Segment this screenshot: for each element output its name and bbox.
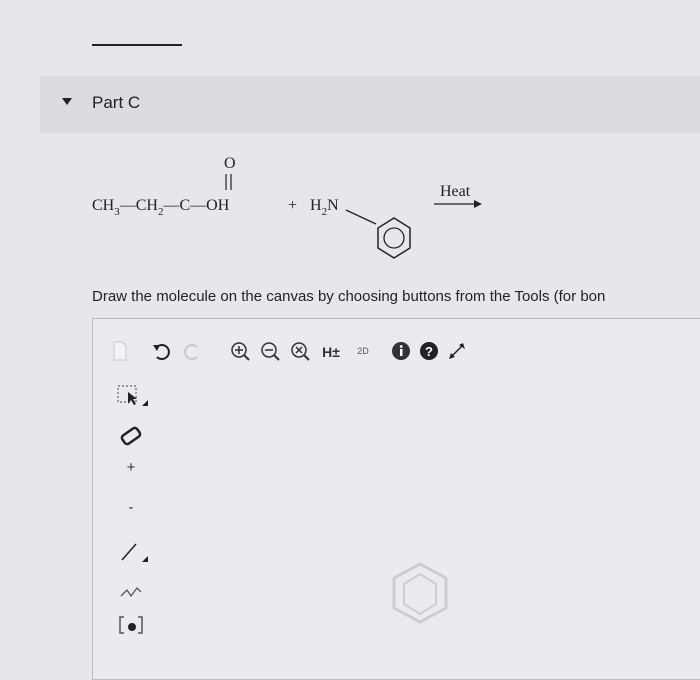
info-icon[interactable]	[390, 340, 412, 362]
instruction-text: Draw the molecule on the canvas by choos…	[92, 288, 606, 305]
zoom-out-icon[interactable]	[258, 340, 282, 362]
negative-charge-icon[interactable]: -	[116, 496, 146, 518]
benzene-ring	[377, 217, 411, 259]
new-document-icon[interactable]	[110, 340, 130, 362]
undo-icon[interactable]	[150, 340, 174, 362]
reaction-condition: Heat	[440, 183, 471, 200]
explicit-hydrogens-icon[interactable]: H±	[318, 342, 344, 362]
chain-tool-icon[interactable]	[116, 576, 146, 602]
part-title: Part C	[92, 93, 141, 112]
single-bond-icon[interactable]	[116, 536, 150, 566]
canvas-watermark-icon	[392, 562, 448, 624]
2d-view-icon[interactable]: 2D	[350, 340, 376, 362]
redo-icon[interactable]	[180, 340, 204, 362]
zoom-in-icon[interactable]	[228, 340, 252, 362]
svg-text:?: ?	[425, 344, 433, 359]
plus-sign: +	[288, 197, 297, 214]
collapse-caret-icon[interactable]	[62, 98, 72, 105]
reactant-propanoic-acid: CH3—CH2—C—OH	[92, 197, 230, 218]
select-tool-icon[interactable]	[116, 382, 150, 410]
eraser-icon[interactable]	[116, 422, 146, 450]
fullscreen-icon[interactable]	[446, 340, 468, 362]
bracket-tool-icon[interactable]	[116, 612, 146, 638]
carbonyl-oxygen: O	[224, 155, 236, 172]
reaction-scheme: O CH3—CH2—C—OH + H2N Heat	[92, 155, 482, 259]
positive-charge-icon[interactable]: +	[116, 456, 146, 478]
2d-label: 2D	[357, 346, 369, 356]
reactant-aniline-amine: H2N	[310, 197, 339, 218]
separator-line	[92, 44, 182, 46]
help-icon[interactable]: ?	[418, 340, 440, 362]
reset-zoom-icon[interactable]	[288, 340, 312, 362]
